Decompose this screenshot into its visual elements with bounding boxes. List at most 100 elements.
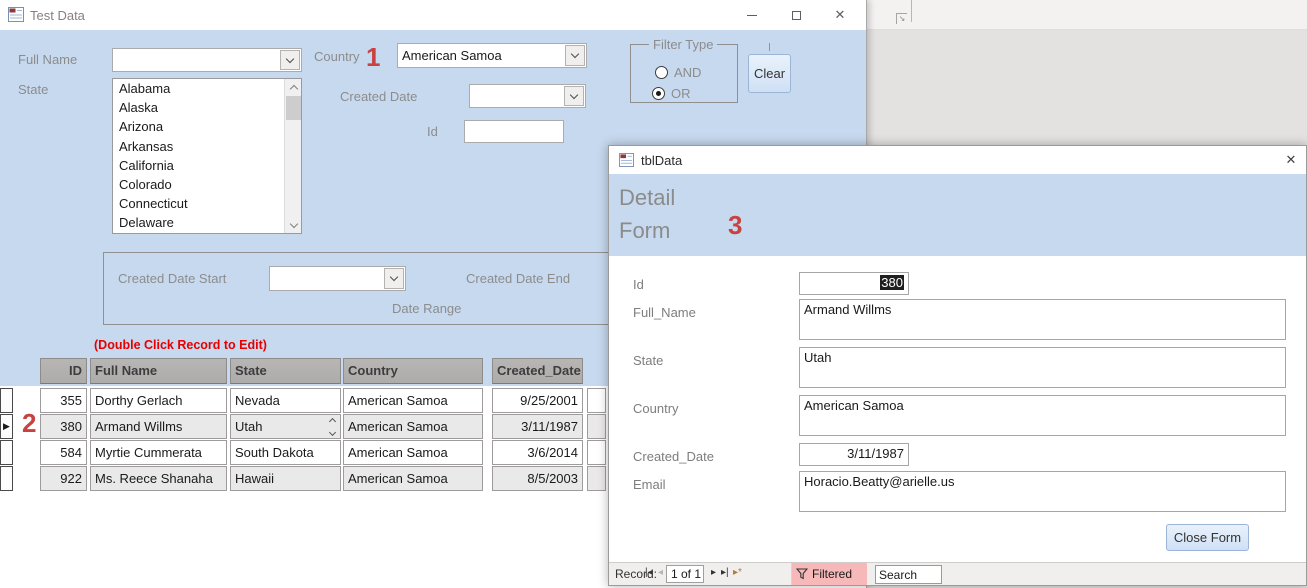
cell-email-sliver[interactable] [587, 466, 606, 491]
detail-created-date-label: Created_Date [633, 449, 714, 464]
last-record-button[interactable]: ▸| [721, 567, 729, 578]
cell-state[interactable]: Nevada [230, 388, 341, 413]
maximize-button[interactable] [779, 0, 813, 30]
radio-and[interactable]: AND [655, 65, 701, 80]
list-item[interactable]: Arizona [113, 117, 301, 136]
full-name-dropdown-button[interactable] [280, 50, 300, 70]
cell-email-sliver[interactable] [587, 440, 606, 465]
cell-full-name[interactable]: Myrtie Cummerata [90, 440, 227, 465]
detail-created-date-input[interactable]: 3/11/1987 [799, 443, 909, 466]
dialog-launcher-icon[interactable]: ↘ [896, 13, 907, 24]
new-record-button[interactable]: ▸* [733, 567, 742, 578]
detail-window-title: tblData [641, 153, 682, 168]
cell-created-date[interactable]: 9/25/2001 [492, 388, 583, 413]
scroll-up-button[interactable] [285, 79, 302, 95]
id-input[interactable] [464, 120, 564, 143]
radio-or[interactable]: OR [652, 86, 691, 101]
state-list-scrollbar[interactable] [284, 79, 301, 233]
window-title: Test Data [30, 8, 85, 23]
chevron-down-icon [571, 50, 579, 58]
chevron-down-icon [390, 273, 398, 281]
filter-funnel-icon [796, 568, 808, 580]
row-selector[interactable] [0, 388, 13, 413]
cell-created-date[interactable]: 3/11/1987 [492, 414, 583, 439]
filtered-indicator[interactable]: Filtered [791, 563, 867, 585]
cell-state[interactable]: South Dakota [230, 440, 341, 465]
list-item[interactable]: California [113, 156, 301, 175]
cell-email-sliver[interactable] [587, 414, 606, 439]
row-selector-current[interactable]: ▶ [0, 414, 13, 439]
clear-button[interactable]: Clear [748, 54, 791, 93]
previous-record-button[interactable]: ◂ [658, 567, 663, 578]
radio-and-icon[interactable] [655, 66, 668, 79]
list-item[interactable]: Colorado [113, 175, 301, 194]
full-name-combo[interactable] [112, 48, 302, 72]
country-combo[interactable]: American Samoa [397, 43, 587, 68]
cell-full-name[interactable]: Armand Willms [90, 414, 227, 439]
detail-close-button[interactable]: ✕ [1276, 146, 1306, 174]
row-selector[interactable] [0, 466, 13, 491]
cell-state[interactable]: Hawaii [230, 466, 341, 491]
list-item[interactable]: Alaska [113, 98, 301, 117]
cell-country[interactable]: American Samoa [343, 388, 483, 413]
cell-created-date[interactable]: 3/6/2014 [492, 440, 583, 465]
detail-state-input[interactable]: Utah [799, 347, 1286, 388]
search-input[interactable] [875, 565, 942, 584]
detail-country-input[interactable]: American Samoa [799, 395, 1286, 436]
filter-type-caption: Filter Type [649, 37, 717, 52]
cell-full-name[interactable]: Dorthy Gerlach [90, 388, 227, 413]
detail-full-name-input[interactable]: Armand Willms [799, 299, 1286, 340]
close-button[interactable]: ✕ [823, 0, 857, 30]
row-selector[interactable] [0, 440, 13, 465]
record-position[interactable]: 1 of 1 [666, 565, 704, 583]
country-label: Country [314, 49, 360, 64]
cell-created-date[interactable]: 8/5/2003 [492, 466, 583, 491]
detail-email-input[interactable]: Horacio.Beatty@arielle.us [799, 471, 1286, 512]
column-header-state[interactable]: State [230, 358, 341, 384]
minimize-icon [747, 15, 757, 16]
ribbon-strip [867, 0, 1307, 30]
column-header-created-date[interactable]: Created_Date [492, 358, 583, 384]
cell-id[interactable]: 584 [40, 440, 87, 465]
next-record-button[interactable]: ▸ [711, 567, 716, 578]
cell-full-name[interactable]: Ms. Reece Shanaha [90, 466, 227, 491]
created-date-dropdown-button[interactable] [564, 86, 584, 106]
cell-country[interactable]: American Samoa [343, 466, 483, 491]
column-header-full-name[interactable]: Full Name [90, 358, 227, 384]
scroll-down-button[interactable] [285, 217, 302, 233]
first-record-button[interactable]: |◂ [645, 567, 653, 578]
radio-or-label: OR [671, 86, 691, 101]
cell-country[interactable]: American Samoa [343, 414, 483, 439]
scrollbar-thumb[interactable] [286, 96, 301, 120]
close-form-button[interactable]: Close Form [1166, 524, 1249, 551]
created-date-start-combo[interactable] [269, 266, 406, 291]
list-item[interactable]: Alabama [113, 79, 301, 98]
cell-id[interactable]: 355 [40, 388, 87, 413]
list-item[interactable]: Arkansas [113, 137, 301, 156]
column-header-country[interactable]: Country [343, 358, 483, 384]
created-date-start-dropdown-button[interactable] [384, 268, 404, 289]
cell-email-sliver[interactable] [587, 388, 606, 413]
chevron-down-icon [570, 90, 578, 98]
access-form-icon [619, 153, 634, 167]
date-range-caption: Date Range [392, 301, 461, 316]
cell-id[interactable]: 380 [40, 414, 87, 439]
list-item[interactable]: Connecticut [113, 194, 301, 213]
detail-id-input[interactable]: 380 [799, 272, 909, 295]
state-label: State [18, 82, 48, 97]
screen: ↘ Test Data ✕ Full Name Country 1 [0, 0, 1307, 588]
radio-or-icon[interactable] [652, 87, 665, 100]
list-item[interactable]: Delaware [113, 213, 301, 232]
cell-country[interactable]: American Samoa [343, 440, 483, 465]
country-dropdown-button[interactable] [565, 45, 585, 66]
created-date-end-label: Created Date End [466, 271, 570, 286]
spinner-icon[interactable] [327, 417, 338, 437]
cell-id[interactable]: 922 [40, 466, 87, 491]
cell-state[interactable]: Utah [230, 414, 341, 439]
chevron-down-icon [329, 429, 336, 436]
column-header-id[interactable]: ID [40, 358, 87, 384]
minimize-button[interactable] [735, 0, 769, 30]
created-date-combo[interactable] [469, 84, 586, 108]
maximize-icon [792, 11, 801, 20]
state-listbox[interactable]: Alabama Alaska Arizona Arkansas Californ… [112, 78, 302, 234]
